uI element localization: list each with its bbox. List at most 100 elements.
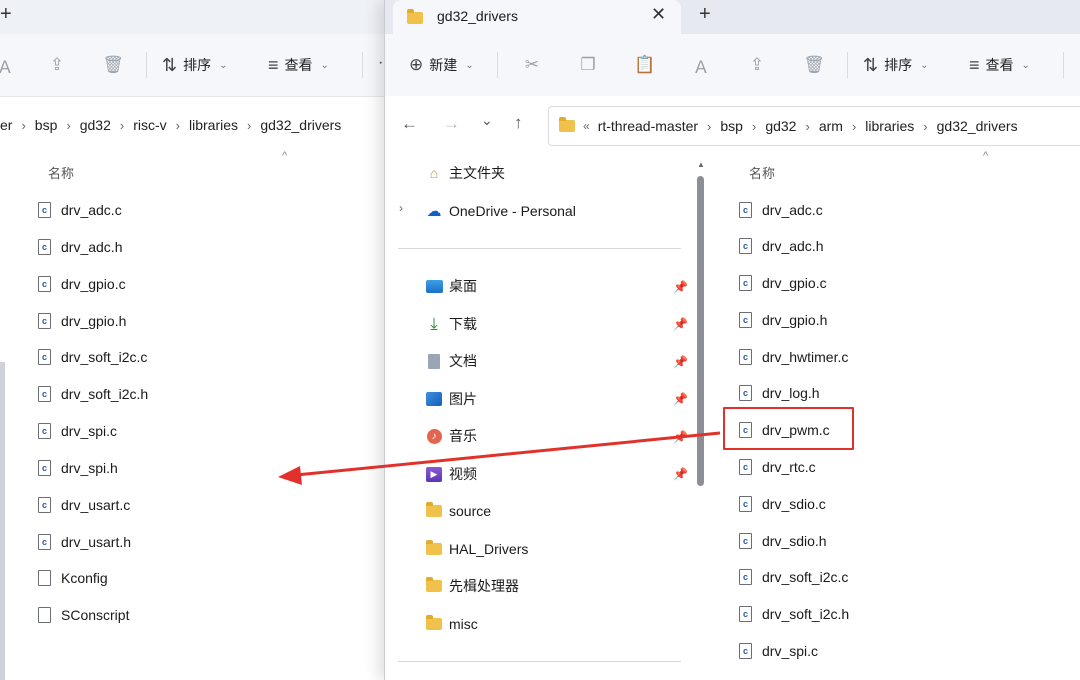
nav-item-misc[interactable]: misc — [425, 611, 478, 637]
list-item[interactable]: c drv_adc.c — [739, 199, 823, 221]
new-button[interactable]: ⊕ 新建 ⌄ — [409, 51, 474, 79]
left-scrollbar[interactable] — [0, 362, 5, 680]
recent-locations-chevron-icon[interactable]: ⌄ — [481, 112, 493, 129]
list-item[interactable]: c drv_sdio.c — [739, 493, 826, 515]
rename-icon[interactable]: Ａ — [0, 54, 16, 77]
breadcrumb-item[interactable]: arm — [819, 118, 843, 134]
view-button[interactable]: ≡ 查看 ⌄ — [268, 51, 329, 79]
chevron-down-icon: ⌄ — [219, 59, 228, 71]
breadcrumb-item[interactable]: bsp — [720, 118, 743, 134]
list-item[interactable]: c drv_spi.c — [739, 640, 818, 662]
breadcrumb-item[interactable]: gd32 — [80, 117, 111, 133]
list-item[interactable]: c drv_soft_i2c.h — [38, 383, 148, 405]
list-item[interactable]: c drv_gpio.h — [38, 310, 126, 332]
breadcrumb-item[interactable]: rt-thread-master — [598, 118, 698, 134]
list-item[interactable]: c drv_spi.h — [38, 457, 118, 479]
pin-icon[interactable]: 📌 — [673, 467, 688, 481]
new-tab-plus-icon[interactable]: + — [0, 3, 12, 26]
list-item[interactable]: c drv_usart.c — [38, 494, 130, 516]
list-item[interactable]: c drv_adc.h — [38, 236, 122, 258]
scroll-up-arrow-icon[interactable]: ▲ — [697, 160, 705, 169]
up-arrow-icon[interactable]: ↑ — [514, 113, 523, 133]
share-icon[interactable]: ⇪ — [46, 54, 68, 76]
name-column-header[interactable]: 名称 — [749, 163, 775, 182]
sort-button[interactable]: ⇅ 排序 ⌄ — [162, 51, 227, 79]
c-file-icon: c — [739, 349, 752, 365]
tab-gd32-drivers[interactable]: gd32_drivers ✕ — [393, 0, 681, 34]
nav-item-onedrive[interactable]: ☁ OneDrive - Personal — [425, 198, 576, 224]
copy-icon[interactable]: ❐ — [577, 54, 599, 76]
breadcrumb-item[interactable]: gd32_drivers — [260, 117, 341, 133]
nav-pane-scrollbar[interactable] — [697, 176, 704, 486]
rename-icon[interactable]: Ａ — [690, 54, 712, 77]
folder-icon — [425, 502, 443, 519]
list-item[interactable]: c drv_soft_i2c.c — [739, 566, 848, 588]
share-icon[interactable]: ⇪ — [746, 54, 768, 76]
new-tab-plus-icon[interactable]: + — [699, 3, 711, 26]
list-item[interactable]: c drv_log.h — [739, 382, 820, 404]
back-arrow-icon[interactable]: ← — [401, 114, 418, 134]
list-item[interactable]: c drv_hwtimer.c — [739, 346, 848, 368]
list-item[interactable]: c drv_usart.h — [38, 531, 131, 553]
pin-icon[interactable]: 📌 — [673, 317, 688, 331]
list-item[interactable]: c drv_adc.h — [739, 235, 823, 257]
c-file-icon: c — [739, 606, 752, 622]
breadcrumb-item[interactable]: risc-v — [133, 117, 166, 133]
left-breadcrumb[interactable]: er › bsp › gd32 › risc-v › libraries › gd32_d… — [0, 107, 384, 143]
cut-icon[interactable]: ✂ — [521, 54, 543, 76]
pin-icon[interactable]: 📌 — [673, 355, 688, 369]
view-button[interactable]: ≡ 查看 ⌄ — [969, 51, 1030, 79]
overflow-chevron-icon[interactable]: « — [583, 119, 590, 133]
more-options-icon[interactable]: · — [378, 54, 383, 72]
nav-item-label: 文档 — [449, 353, 477, 369]
close-tab-icon[interactable]: ✕ — [651, 4, 666, 25]
list-item[interactable]: c drv_spi.c — [38, 420, 117, 442]
forward-arrow-icon[interactable]: → — [443, 114, 460, 134]
right-toolbar: ⊕ 新建 ⌄ ✂ ❐ 📋 Ａ ⇪ 🗑 ⇅ 排序 ⌄ ≡ 查看 ⌄ — [385, 34, 1080, 97]
nav-item-desktop[interactable]: 桌面 — [425, 273, 477, 299]
nav-item-downloads[interactable]: ⤓ 下载 — [425, 311, 477, 337]
breadcrumb-item[interactable]: bsp — [35, 117, 58, 133]
nav-item-documents[interactable]: 文档 — [425, 348, 477, 374]
breadcrumb-item[interactable]: er — [0, 117, 12, 133]
list-item[interactable]: c drv_soft_i2c.h — [739, 603, 849, 625]
expand-chevron-icon[interactable]: › — [399, 201, 403, 215]
delete-icon[interactable]: 🗑 — [803, 54, 825, 76]
breadcrumb-item[interactable]: libraries — [865, 118, 914, 134]
breadcrumb-chevron-icon: › — [66, 117, 71, 133]
list-item[interactable]: c drv_gpio.c — [38, 273, 126, 295]
sort-label: 排序 — [183, 57, 212, 73]
breadcrumb-item[interactable]: gd32_drivers — [937, 118, 1018, 134]
list-item[interactable]: Kconfig — [38, 567, 108, 589]
list-item[interactable]: c drv_gpio.h — [739, 309, 827, 331]
paste-icon[interactable]: 📋 — [634, 54, 656, 76]
address-bar[interactable]: « rt-thread-master › bsp › gd32 › arm › libr… — [548, 106, 1080, 146]
list-item[interactable]: c drv_soft_i2c.c — [38, 346, 147, 368]
toolbar-divider — [146, 52, 147, 78]
nav-item-pictures[interactable]: 图片 — [425, 386, 477, 412]
list-item[interactable]: c drv_rtc.c — [739, 456, 816, 478]
file-name: drv_soft_i2c.c — [61, 349, 148, 365]
pin-icon[interactable]: 📌 — [673, 280, 688, 294]
sort-button[interactable]: ⇅ 排序 ⌄ — [863, 51, 928, 79]
file-name: drv_adc.c — [61, 202, 122, 218]
nav-item-source[interactable]: source — [425, 498, 491, 524]
nav-item-hpmicro[interactable]: 先楫处理器 — [425, 573, 519, 599]
list-item[interactable]: c drv_adc.c — [38, 199, 122, 221]
list-item[interactable]: c drv_gpio.c — [739, 272, 827, 294]
chevron-down-icon: ⌄ — [465, 59, 474, 71]
delete-icon[interactable]: 🗑 — [102, 54, 124, 76]
nav-item-hal-drivers[interactable]: HAL_Drivers — [425, 536, 528, 562]
pin-icon[interactable]: 📌 — [673, 392, 688, 406]
breadcrumb-item[interactable]: gd32 — [765, 118, 796, 134]
list-item[interactable]: c drv_sdio.h — [739, 530, 827, 552]
pin-icon[interactable]: 📌 — [673, 430, 688, 444]
breadcrumb-item[interactable]: libraries — [189, 117, 238, 133]
nav-item-music[interactable]: ♪ 音乐 — [425, 423, 477, 449]
nav-item-home[interactable]: ⌂ 主文件夹 — [425, 160, 505, 186]
file-name: drv_hwtimer.c — [762, 349, 849, 365]
nav-item-label: 下载 — [449, 316, 477, 332]
nav-item-videos[interactable]: ▶ 视频 — [425, 461, 477, 487]
list-item[interactable]: SConscript — [38, 604, 129, 626]
name-column-header[interactable]: 名称 — [48, 163, 74, 182]
